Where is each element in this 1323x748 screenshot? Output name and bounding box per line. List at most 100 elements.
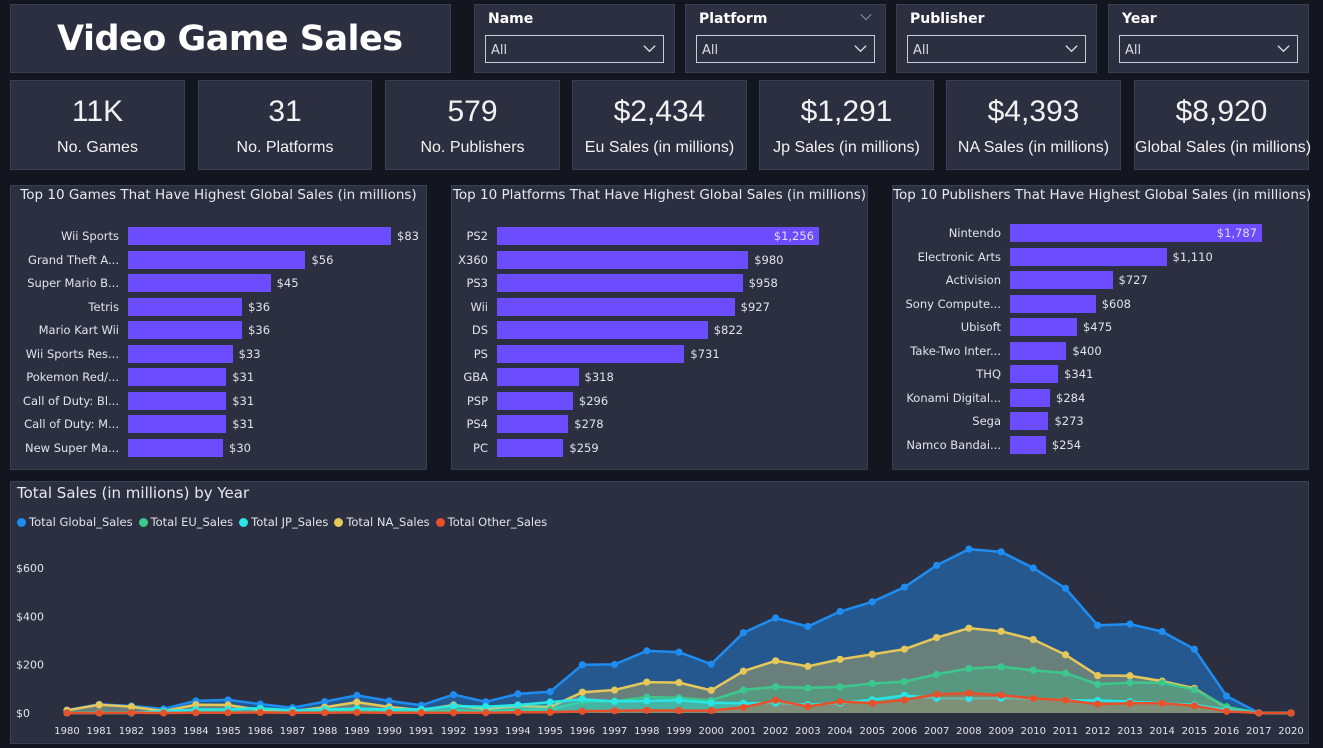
data-point[interactable]	[1061, 584, 1070, 592]
data-point[interactable]	[868, 679, 876, 688]
data-point[interactable]	[707, 699, 715, 707]
data-point[interactable]	[1190, 645, 1198, 653]
data-point[interactable]	[224, 709, 232, 717]
bar[interactable]	[1010, 341, 1067, 360]
data-point[interactable]	[739, 686, 748, 694]
data-point[interactable]	[675, 648, 683, 656]
data-point[interactable]	[1094, 700, 1102, 708]
data-point[interactable]	[933, 670, 941, 678]
data-point[interactable]	[514, 701, 522, 709]
data-point[interactable]	[385, 709, 393, 717]
data-point[interactable]	[868, 699, 876, 707]
data-point[interactable]	[804, 684, 812, 692]
data-point[interactable]	[739, 667, 748, 675]
data-point[interactable]	[1094, 680, 1102, 688]
data-point[interactable]	[1222, 707, 1231, 715]
bar[interactable]	[497, 344, 685, 363]
bar[interactable]	[1010, 365, 1059, 383]
data-point[interactable]	[256, 708, 264, 717]
bar[interactable]	[497, 297, 735, 316]
bar[interactable]	[1010, 318, 1077, 336]
data-point[interactable]	[1061, 651, 1070, 659]
data-point[interactable]	[675, 678, 683, 687]
data-point[interactable]	[707, 706, 715, 715]
data-point[interactable]	[1222, 692, 1231, 700]
bar[interactable]	[1010, 435, 1046, 454]
data-point[interactable]	[1029, 666, 1037, 674]
data-point[interactable]	[1287, 709, 1295, 717]
bar[interactable]	[1010, 388, 1051, 407]
data-point[interactable]	[449, 691, 458, 699]
bar[interactable]	[128, 344, 233, 363]
data-point[interactable]	[643, 678, 651, 686]
data-point[interactable]	[514, 708, 522, 716]
data-point[interactable]	[1061, 669, 1070, 677]
data-point[interactable]	[417, 709, 425, 717]
data-point[interactable]	[965, 545, 973, 553]
bar[interactable]	[497, 250, 749, 269]
data-point[interactable]	[1158, 699, 1166, 707]
data-point[interactable]	[610, 707, 619, 715]
data-point[interactable]	[482, 709, 490, 717]
data-point[interactable]	[127, 709, 136, 717]
slicer-publisher-dropdown[interactable]: All	[907, 35, 1086, 63]
bar[interactable]	[1010, 247, 1167, 266]
data-point[interactable]	[1158, 679, 1166, 687]
bar[interactable]	[128, 415, 227, 433]
data-point[interactable]	[546, 688, 554, 696]
data-point[interactable]	[997, 663, 1005, 671]
bar[interactable]	[497, 391, 573, 410]
data-point[interactable]	[933, 634, 941, 642]
bar[interactable]	[497, 368, 579, 386]
data-point[interactable]	[900, 583, 909, 591]
data-point[interactable]	[933, 690, 941, 698]
data-point[interactable]	[1029, 694, 1037, 703]
bar[interactable]	[128, 438, 224, 457]
data-point[interactable]	[192, 709, 200, 717]
data-point[interactable]	[353, 698, 361, 706]
data-point[interactable]	[836, 683, 844, 691]
data-point[interactable]	[643, 697, 651, 705]
data-point[interactable]	[739, 703, 748, 712]
data-point[interactable]	[965, 624, 973, 632]
data-point[interactable]	[578, 707, 586, 715]
data-point[interactable]	[449, 702, 458, 710]
bar[interactable]	[497, 321, 708, 339]
data-point[interactable]	[1029, 635, 1037, 644]
data-point[interactable]	[1190, 702, 1198, 710]
data-point[interactable]	[1126, 678, 1134, 687]
data-point[interactable]	[546, 708, 554, 716]
data-point[interactable]	[1094, 621, 1102, 629]
data-point[interactable]	[900, 696, 909, 704]
data-point[interactable]	[997, 691, 1005, 699]
data-point[interactable]	[1029, 564, 1037, 572]
data-point[interactable]	[578, 688, 586, 696]
bar[interactable]	[128, 368, 227, 386]
slicer-platform-dropdown[interactable]: All	[696, 35, 875, 63]
data-point[interactable]	[675, 706, 683, 715]
data-point[interactable]	[1158, 627, 1166, 636]
data-point[interactable]	[707, 686, 715, 694]
data-point[interactable]	[1126, 672, 1134, 680]
data-point[interactable]	[546, 698, 554, 706]
data-point[interactable]	[353, 708, 361, 717]
data-point[interactable]	[610, 697, 619, 705]
bar[interactable]	[128, 321, 243, 339]
data-point[interactable]	[836, 655, 844, 663]
data-point[interactable]	[288, 709, 297, 717]
bar[interactable]	[128, 227, 391, 245]
data-point[interactable]	[997, 627, 1005, 635]
slicer-year-dropdown[interactable]: All	[1119, 35, 1298, 63]
data-point[interactable]	[868, 598, 876, 606]
data-point[interactable]	[1094, 671, 1102, 680]
data-point[interactable]	[610, 660, 619, 669]
data-point[interactable]	[997, 548, 1005, 556]
bar[interactable]	[497, 438, 564, 457]
data-point[interactable]	[95, 701, 103, 709]
data-point[interactable]	[772, 683, 780, 691]
data-point[interactable]	[933, 561, 941, 569]
data-point[interactable]	[1126, 699, 1134, 707]
bar[interactable]	[1010, 412, 1049, 430]
data-point[interactable]	[1190, 685, 1198, 694]
data-point[interactable]	[739, 629, 748, 637]
